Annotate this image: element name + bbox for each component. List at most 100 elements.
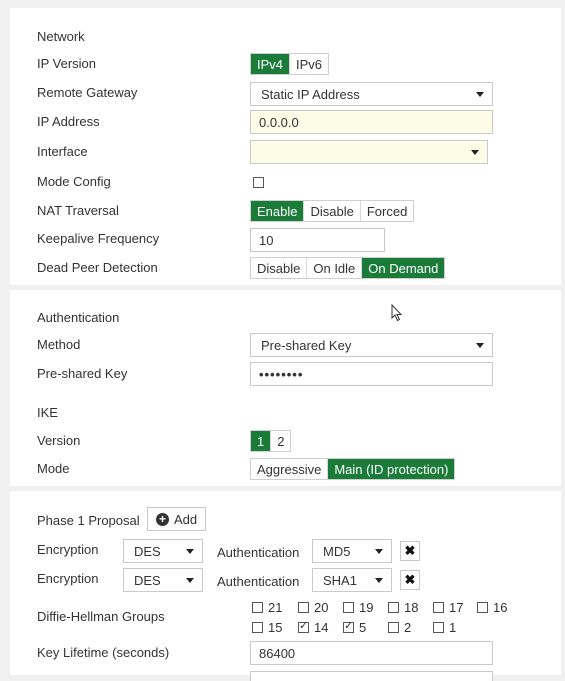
- chevron-down-icon: [186, 578, 194, 583]
- dh-group-17[interactable]: 17: [433, 600, 463, 615]
- authentication-value: MD5: [323, 543, 351, 559]
- nat-traversal-toggle: Enable Disable Forced: [250, 200, 415, 222]
- encryption-label: Encryption: [37, 542, 99, 557]
- add-button-label: Add: [174, 511, 198, 527]
- authentication-select[interactable]: SHA1: [312, 568, 392, 592]
- dh-group-label: 19: [359, 600, 374, 615]
- chevron-down-icon: [375, 549, 383, 554]
- dh-group-checkbox[interactable]: [298, 602, 309, 613]
- nat-option-disable[interactable]: Disable: [303, 201, 359, 221]
- dh-group-checkbox[interactable]: [343, 602, 354, 613]
- encryption-value: DES: [134, 543, 161, 559]
- dpd-option-on-demand[interactable]: On Demand: [361, 258, 445, 278]
- ike-mode-toggle: Aggressive Main (ID protection): [250, 458, 456, 480]
- network-heading: Network: [37, 29, 85, 44]
- next-field-partial[interactable]: [250, 671, 493, 681]
- nat-traversal-label: NAT Traversal: [37, 203, 119, 218]
- keepalive-input[interactable]: 10: [250, 228, 385, 252]
- remote-gateway-label: Remote Gateway: [37, 85, 138, 100]
- chevron-down-icon: [476, 92, 484, 97]
- ike-version-option-1[interactable]: 1: [251, 431, 271, 451]
- ike-mode-option-main[interactable]: Main (ID protection): [327, 459, 455, 479]
- ip-address-label: IP Address: [37, 114, 100, 129]
- dh-group-checkbox[interactable]: [477, 602, 488, 613]
- dh-group-label: 20: [314, 600, 329, 615]
- ike-heading: IKE: [37, 405, 58, 420]
- dh-group-checkbox[interactable]: [298, 619, 309, 633]
- nat-option-forced[interactable]: Forced: [359, 201, 413, 221]
- dh-group-checkbox[interactable]: [252, 622, 263, 633]
- dh-group-checkbox[interactable]: [433, 622, 444, 633]
- dh-group-14[interactable]: 14: [298, 619, 329, 635]
- authentication-label: Authentication: [217, 545, 300, 560]
- dpd-option-on-idle[interactable]: On Idle: [306, 258, 361, 278]
- dh-group-5[interactable]: 5: [343, 619, 367, 635]
- mode-config-label: Mode Config: [37, 174, 111, 189]
- dh-group-15[interactable]: 15: [252, 620, 282, 635]
- dh-group-16[interactable]: 16: [477, 600, 507, 615]
- authentication-heading: Authentication: [37, 310, 120, 325]
- ike-mode-option-aggressive[interactable]: Aggressive: [251, 459, 327, 479]
- phase1-heading: Phase 1 Proposal: [37, 513, 140, 528]
- psk-input[interactable]: ••••••••: [250, 362, 493, 386]
- network-section: Network IP Version IPv4 IPv6 Remote Gate…: [10, 8, 561, 285]
- chevron-down-icon: [375, 578, 383, 583]
- remote-gateway-select[interactable]: Static IP Address: [250, 82, 493, 106]
- chevron-down-icon: [471, 150, 479, 155]
- encryption-select[interactable]: DES: [123, 539, 203, 563]
- dh-group-checkbox[interactable]: [252, 602, 263, 613]
- keepalive-label: Keepalive Frequency: [37, 231, 160, 246]
- add-proposal-button[interactable]: + Add: [147, 507, 207, 531]
- dpd-label: Dead Peer Detection: [37, 260, 158, 275]
- dh-group-21[interactable]: 21: [252, 600, 282, 615]
- close-icon: ✖: [404, 543, 416, 558]
- mode-config-checkbox[interactable]: [253, 177, 264, 188]
- dh-group-checkbox[interactable]: [343, 619, 354, 633]
- interface-label: Interface: [37, 144, 88, 159]
- dh-group-label: 5: [359, 620, 367, 635]
- chevron-down-icon: [186, 549, 194, 554]
- chevron-down-icon: [476, 343, 484, 348]
- ip-version-label: IP Version: [37, 56, 97, 71]
- plus-circle-icon: +: [156, 512, 169, 526]
- ike-mode-label: Mode: [37, 461, 70, 476]
- remote-gateway-value: Static IP Address: [261, 86, 360, 102]
- dh-group-label: 2: [404, 620, 412, 635]
- dh-group-1[interactable]: 1: [433, 620, 456, 635]
- nat-option-enable[interactable]: Enable: [251, 201, 304, 221]
- close-icon: ✖: [404, 572, 416, 587]
- dh-group-20[interactable]: 20: [298, 600, 328, 615]
- dh-group-checkbox[interactable]: [388, 622, 399, 633]
- dh-group-checkbox[interactable]: [388, 602, 399, 613]
- dh-group-checkbox[interactable]: [433, 602, 444, 613]
- mouse-pointer-icon: [391, 304, 403, 322]
- ip-version-option-ipv4[interactable]: IPv4: [251, 54, 290, 74]
- authentication-label: Authentication: [217, 574, 300, 589]
- dpd-toggle: Disable On Idle On Demand: [250, 257, 446, 279]
- dh-group-label: 16: [493, 600, 508, 615]
- interface-select[interactable]: [250, 140, 488, 164]
- method-select[interactable]: Pre-shared Key: [250, 333, 493, 357]
- dh-group-2[interactable]: 2: [388, 620, 411, 635]
- remove-proposal-button[interactable]: ✖: [400, 541, 420, 561]
- dpd-option-disable[interactable]: Disable: [251, 258, 306, 278]
- method-value: Pre-shared Key: [261, 337, 352, 353]
- ip-address-input[interactable]: 0.0.0.0: [250, 110, 493, 134]
- dh-group-label: 21: [268, 600, 283, 615]
- dh-group-18[interactable]: 18: [388, 600, 418, 615]
- dh-group-label: 1: [449, 620, 457, 635]
- psk-label: Pre-shared Key: [37, 366, 128, 381]
- dh-group-label: 14: [314, 620, 329, 635]
- remove-proposal-button[interactable]: ✖: [400, 570, 420, 590]
- key-lifetime-input[interactable]: 86400: [250, 641, 493, 665]
- authentication-section: Authentication Method Pre-shared Key Pre…: [10, 290, 561, 486]
- ip-version-toggle: IPv4 IPv6: [250, 53, 330, 75]
- encryption-label: Encryption: [37, 571, 99, 586]
- method-label: Method: [37, 337, 81, 352]
- dh-group-19[interactable]: 19: [343, 600, 373, 615]
- encryption-select[interactable]: DES: [123, 568, 203, 592]
- ip-version-option-ipv6[interactable]: IPv6: [289, 54, 328, 74]
- ike-version-option-2[interactable]: 2: [270, 431, 290, 451]
- authentication-value: SHA1: [323, 572, 357, 588]
- authentication-select[interactable]: MD5: [312, 539, 392, 563]
